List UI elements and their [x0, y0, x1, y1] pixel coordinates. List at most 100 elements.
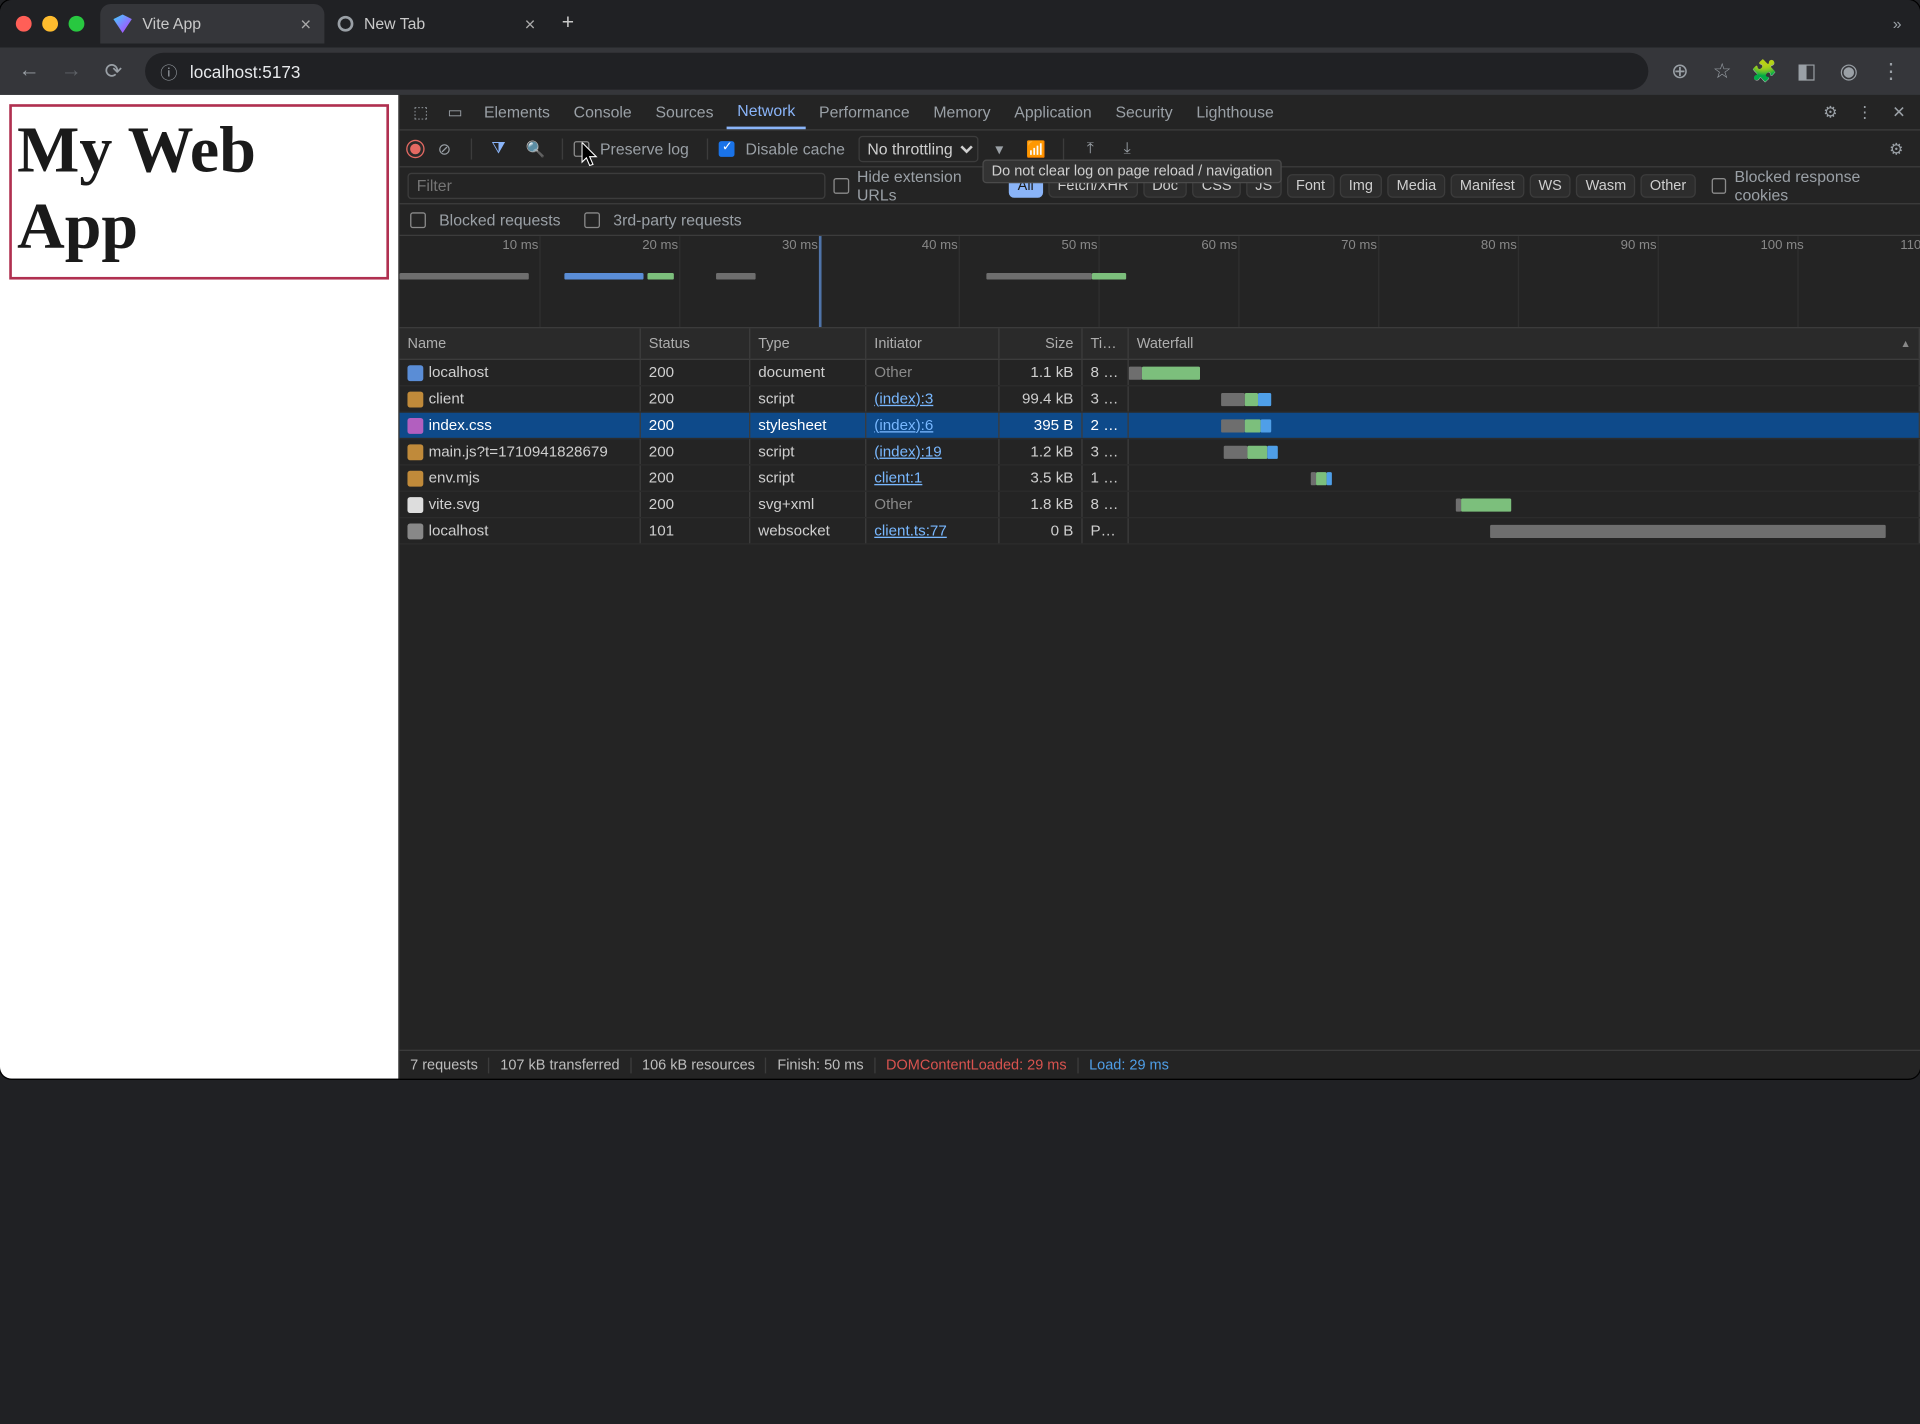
request-time: 2 … [1083, 413, 1129, 438]
blocked-requests-label: Blocked requests [439, 210, 560, 228]
network-status-bar: 7 requests107 kB transferred106 kB resou… [400, 1050, 1920, 1079]
request-initiator: Other [866, 492, 999, 517]
site-info-icon[interactable]: ⓘ [158, 61, 179, 82]
timeline-tick: 40 ms [922, 239, 958, 254]
column-header-name[interactable]: Name [400, 328, 641, 358]
request-waterfall [1129, 360, 1920, 385]
request-waterfall [1129, 518, 1920, 543]
status-transferred: 107 kB transferred [500, 1057, 619, 1073]
forward-button[interactable]: → [53, 53, 90, 90]
devtools-tab-elements[interactable]: Elements [473, 95, 560, 129]
device-toggle-icon[interactable]: ▭ [439, 96, 471, 128]
request-name: env.mjs [429, 470, 480, 486]
devtools-tab-console[interactable]: Console [563, 95, 642, 129]
status-load: Load: 29 ms [1089, 1057, 1169, 1073]
request-type: script [750, 386, 866, 411]
network-request-row[interactable]: localhost101websocketclient.ts:770 BP… [400, 518, 1920, 544]
chip-other[interactable]: Other [1641, 173, 1696, 197]
chip-media[interactable]: Media [1387, 173, 1445, 197]
column-header-size[interactable]: Size [1000, 328, 1083, 358]
request-time: 1 … [1083, 465, 1129, 490]
column-header-initiator[interactable]: Initiator [866, 328, 999, 358]
network-timeline[interactable]: 10 ms20 ms30 ms40 ms50 ms60 ms70 ms80 ms… [400, 236, 1920, 328]
throttling-select[interactable]: No throttling [858, 135, 978, 161]
browser-tab[interactable]: Vite App× [100, 4, 324, 44]
close-icon[interactable]: × [300, 13, 311, 34]
close-icon[interactable]: × [525, 13, 536, 34]
request-initiator[interactable]: (index):19 [866, 439, 999, 464]
search-icon[interactable]: 🔍 [520, 133, 552, 165]
tab-overflow-icon[interactable]: » [1882, 15, 1912, 33]
menu-icon[interactable]: ⋮ [1873, 53, 1910, 90]
red-traffic-light[interactable] [16, 16, 32, 32]
chip-img[interactable]: Img [1340, 173, 1383, 197]
record-button[interactable] [407, 140, 423, 156]
filter-input[interactable] [407, 172, 825, 198]
request-size: 3.5 kB [1000, 465, 1083, 490]
extensions-icon[interactable]: 🧩 [1746, 53, 1783, 90]
devtools-tab-sources[interactable]: Sources [645, 95, 724, 129]
request-type: svg+xml [750, 492, 866, 517]
chip-font[interactable]: Font [1287, 173, 1334, 197]
request-name: localhost [429, 365, 489, 381]
blocked-requests-checkbox[interactable] [410, 212, 426, 228]
hide-extension-urls-checkbox[interactable] [834, 177, 849, 193]
request-initiator[interactable]: client:1 [866, 465, 999, 490]
network-request-row[interactable]: client200script(index):399.4 kB3 … [400, 386, 1920, 412]
yellow-traffic-light[interactable] [42, 16, 58, 32]
network-settings-icon[interactable]: ⚙ [1880, 133, 1912, 165]
column-header-status[interactable]: Status [641, 328, 750, 358]
chip-ws[interactable]: WS [1529, 173, 1571, 197]
clear-button[interactable]: ⊘ [429, 133, 461, 165]
chip-wasm[interactable]: Wasm [1576, 173, 1635, 197]
devtools-tab-lighthouse[interactable]: Lighthouse [1186, 95, 1285, 129]
filter-toggle-icon[interactable]: ⧩ [483, 133, 515, 165]
request-initiator[interactable]: (index):3 [866, 386, 999, 411]
devtools-tabs: ⬚▭ElementsConsoleSourcesNetworkPerforman… [400, 95, 1920, 131]
bookmark-icon[interactable]: ☆ [1704, 53, 1741, 90]
chip-manifest[interactable]: Manifest [1451, 173, 1524, 197]
disable-cache-checkbox[interactable] [719, 140, 735, 156]
network-request-row[interactable]: main.js?t=1710941828679200script(index):… [400, 439, 1920, 465]
window-controls [16, 16, 85, 32]
timeline-tick: 100 ms [1760, 239, 1803, 254]
new-tab-button[interactable]: + [549, 12, 588, 36]
profile-icon[interactable]: ◉ [1830, 53, 1867, 90]
back-button[interactable]: ← [11, 53, 48, 90]
blocked-response-cookies-checkbox[interactable] [1711, 177, 1726, 193]
preserve-log-checkbox[interactable] [574, 140, 590, 156]
browser-tab[interactable]: New Tab× [324, 4, 548, 44]
third-party-label: 3rd-party requests [613, 210, 741, 228]
close-devtools-icon[interactable]: ✕ [1883, 96, 1915, 128]
column-header-ti[interactable]: Ti… [1083, 328, 1129, 358]
settings-icon[interactable]: ⚙ [1815, 96, 1847, 128]
column-header-type[interactable]: Type [750, 328, 866, 358]
network-request-row[interactable]: index.css200stylesheet(index):6395 B2 … [400, 413, 1920, 439]
zoom-icon[interactable]: ⊕ [1662, 53, 1699, 90]
reload-button[interactable]: ⟳ [95, 53, 132, 90]
network-request-row[interactable]: localhost200documentOther1.1 kB8 … [400, 360, 1920, 386]
doc-icon [407, 365, 423, 381]
devtools-tab-memory[interactable]: Memory [923, 95, 1001, 129]
devtools-tab-performance[interactable]: Performance [808, 95, 920, 129]
timeline-tick: 20 ms [642, 239, 678, 254]
request-initiator[interactable]: (index):6 [866, 413, 999, 438]
devtools-tab-security[interactable]: Security [1105, 95, 1183, 129]
request-initiator[interactable]: client.ts:77 [866, 518, 999, 543]
column-header-waterfall[interactable]: Waterfall [1129, 328, 1920, 358]
green-traffic-light[interactable] [69, 16, 85, 32]
network-request-row[interactable]: vite.svg200svg+xmlOther1.8 kB8 … [400, 492, 1920, 518]
request-status: 200 [641, 492, 750, 517]
more-icon[interactable]: ⋮ [1849, 96, 1881, 128]
request-waterfall [1129, 386, 1920, 411]
side-panel-icon[interactable]: ◧ [1788, 53, 1825, 90]
devtools-tab-network[interactable]: Network [727, 95, 806, 129]
address-bar[interactable]: ⓘlocalhost:5173 [145, 53, 1648, 90]
network-filter-row-2: Blocked requests 3rd-party requests [400, 204, 1920, 236]
devtools-tab-application[interactable]: Application [1004, 95, 1103, 129]
content-row: My Web App⬚▭ElementsConsoleSourcesNetwor… [0, 95, 1920, 1079]
third-party-checkbox[interactable] [584, 212, 600, 228]
request-time: 3 … [1083, 386, 1129, 411]
network-request-row[interactable]: env.mjs200scriptclient:13.5 kB1 … [400, 465, 1920, 491]
inspect-element-icon[interactable]: ⬚ [405, 96, 437, 128]
